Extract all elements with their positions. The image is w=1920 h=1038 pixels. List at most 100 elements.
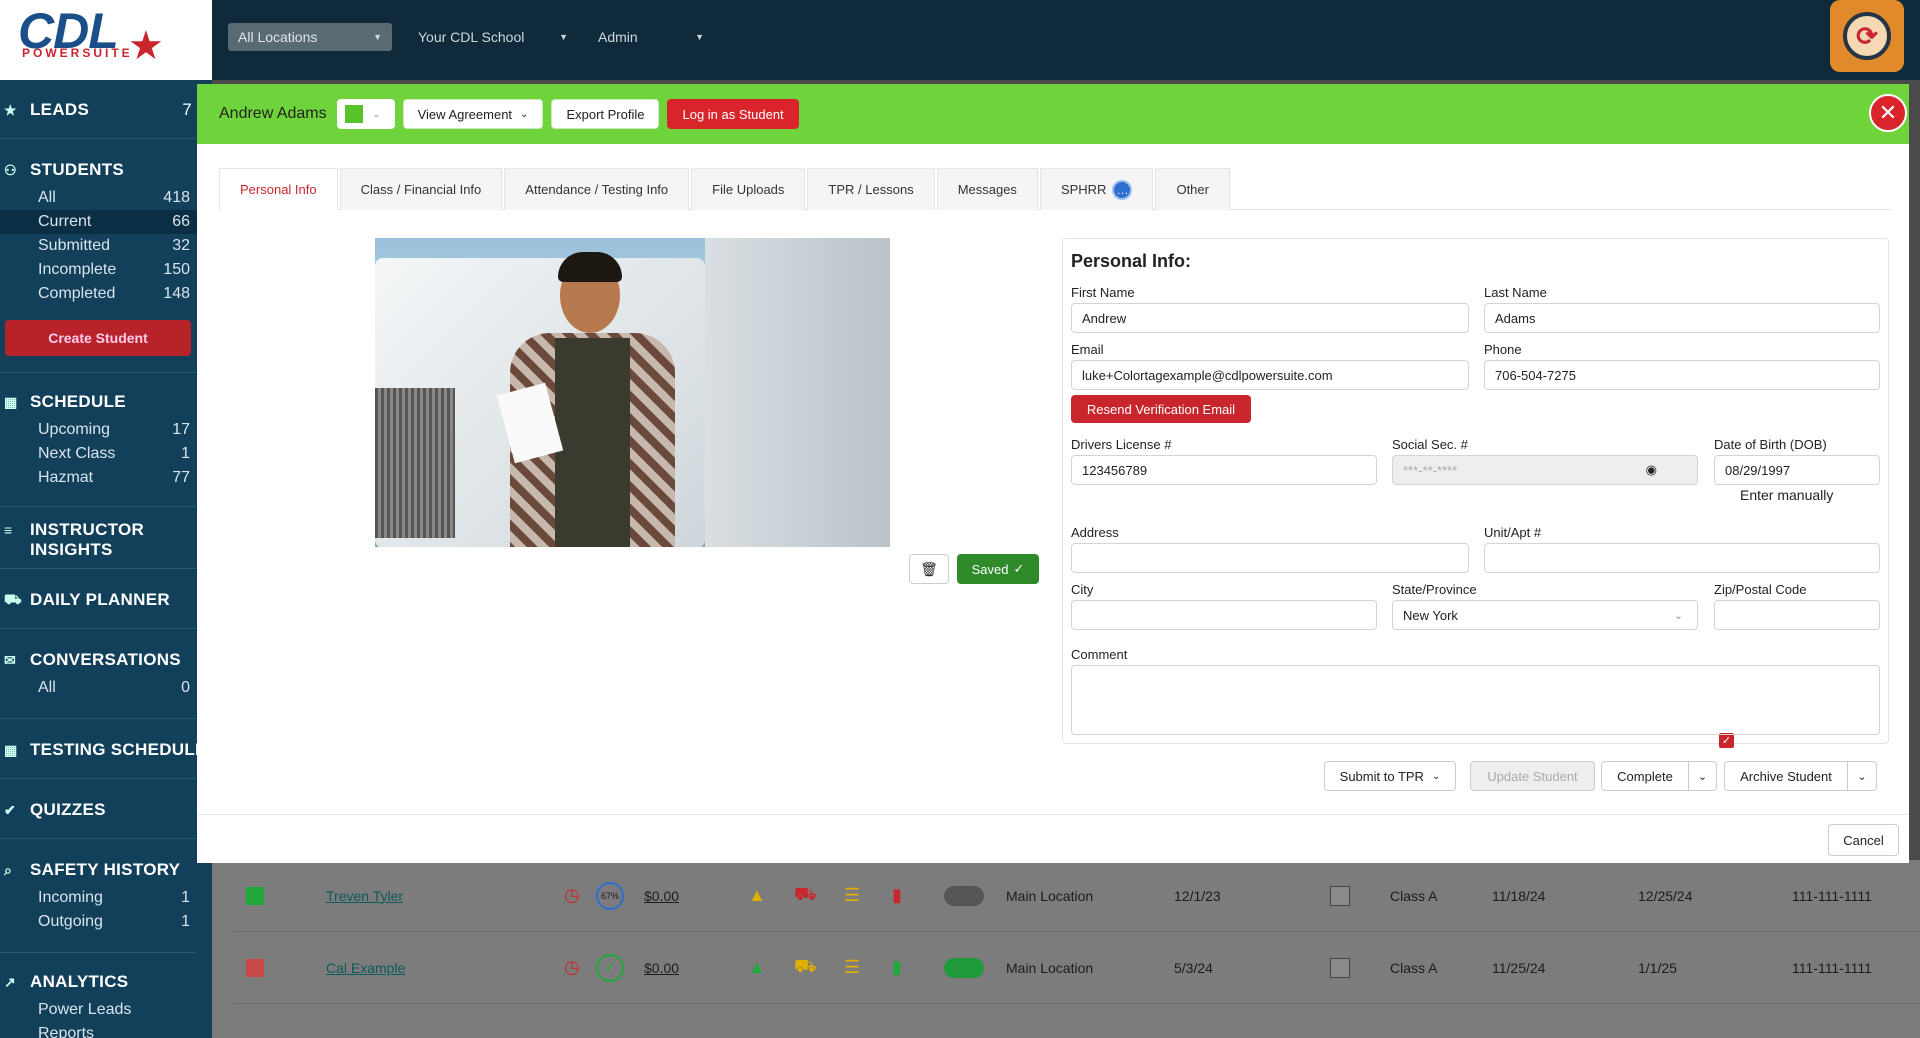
sidebar-students-header[interactable]: ⚇ STUDENTS <box>0 158 212 182</box>
sidebar-item-submitted[interactable]: Submitted 32 <box>0 234 212 258</box>
sidebar-schedule-header[interactable]: ▦ SCHEDULE <box>0 390 212 414</box>
sidebar-item-power-leads[interactable]: Power Leads <box>0 998 212 1022</box>
modal-header: Andrew Adams ⌄ View Agreement ⌄ Export Pr… <box>197 84 1909 144</box>
chevron-down-icon: ⌄ <box>1431 770 1441 782</box>
tab-other[interactable]: Other <box>1155 168 1230 210</box>
sidebar-leads[interactable]: ★ LEADS 7 <box>0 98 212 122</box>
amount[interactable]: $0.00 <box>644 960 679 976</box>
item-label: All <box>38 189 56 206</box>
testing-schedule-label: TESTING SCHEDULE <box>30 740 207 759</box>
ssn-field[interactable]: ***-**-**** ◉ <box>1392 455 1698 485</box>
student-name-link[interactable]: Cal Example <box>326 960 405 976</box>
create-student-button[interactable]: Create Student <box>5 320 191 356</box>
color-tag <box>246 958 264 977</box>
item-label: Upcoming <box>38 421 111 438</box>
class-type: Class A <box>1390 887 1438 904</box>
sidebar-item-incomplete[interactable]: Incomplete 150 <box>0 258 212 282</box>
table-row[interactable]: Treven Tyler ◷ 67% $0.00 ▲ ⛟ ☰ ▮ Main Lo… <box>234 860 1920 932</box>
archive-dropdown-button[interactable]: ⌄ <box>1847 761 1877 791</box>
zip-field[interactable] <box>1714 600 1880 630</box>
chart-icon: ↗ <box>4 973 17 990</box>
export-profile-button[interactable]: Export Profile <box>551 99 660 129</box>
color-tag-select[interactable]: ⌄ <box>336 99 395 129</box>
complete-button[interactable]: Complete <box>1601 761 1689 791</box>
tab-sphrr[interactable]: SPHRR… <box>1039 168 1154 210</box>
clipboard-icon: ▮ <box>892 957 902 977</box>
tab-class-financial[interactable]: Class / Financial Info <box>339 168 503 210</box>
resend-verification-button[interactable]: Resend Verification Email <box>1071 395 1251 423</box>
state-select[interactable]: New York ⌄ <box>1392 600 1698 630</box>
comment-textarea[interactable] <box>1071 665 1880 735</box>
role-select[interactable]: Admin ▼ <box>598 23 704 51</box>
amount[interactable]: $0.00 <box>644 888 679 904</box>
first-name-field[interactable]: Andrew <box>1071 303 1469 333</box>
eye-icon[interactable]: ◉ <box>1646 462 1657 478</box>
unit-field[interactable] <box>1484 543 1880 573</box>
sidebar-instructor-insights[interactable]: ≡ INSTRUCTOR INSIGHTS <box>0 520 212 560</box>
date-2: 11/25/24 <box>1492 959 1546 976</box>
student-name-link[interactable]: Treven Tyler <box>326 888 403 904</box>
sidebar-item-completed[interactable]: Completed 148 <box>0 282 212 306</box>
school-select[interactable]: Your CDL School ▼ <box>418 23 568 51</box>
update-student-button[interactable]: Update Student <box>1470 761 1595 791</box>
sidebar-item-upcoming[interactable]: Upcoming 17 <box>0 418 212 442</box>
sidebar-item-reports[interactable]: Reports <box>0 1022 212 1038</box>
sidebar-quizzes[interactable]: ✔ QUIZZES <box>0 798 212 822</box>
address-label: Address <box>1071 525 1119 540</box>
tab-personal-info[interactable]: Personal Info <box>219 168 338 210</box>
trash-icon[interactable]: 🗑 <box>909 554 949 584</box>
tab-file-uploads[interactable]: File Uploads <box>691 168 806 210</box>
view-agreement-button[interactable]: View Agreement ⌄ <box>402 99 544 129</box>
zip-label: Zip/Postal Code <box>1714 582 1807 597</box>
toggle-switch[interactable] <box>944 957 984 978</box>
timer-app-icon[interactable]: ⟳ <box>1830 0 1904 72</box>
chevron-down-icon: ⌄ <box>520 108 529 120</box>
email-field[interactable]: luke+Colortagexample@cdlpowersuite.com <box>1071 360 1469 390</box>
truck-icon: ⛟ <box>4 590 22 607</box>
sidebar-item-conversations-all[interactable]: All 0 <box>0 676 212 700</box>
row-checkbox[interactable] <box>1330 885 1350 906</box>
sidebar-daily-planner[interactable]: ⛟ DAILY PLANNER <box>0 588 212 612</box>
clock-icon: ◷ <box>564 885 580 905</box>
dob-field[interactable]: 08/29/1997 <box>1714 455 1880 485</box>
row-checkbox[interactable] <box>1330 957 1350 978</box>
cdl-logo[interactable]: CDL ★ POWERSUITE <box>0 0 212 80</box>
archive-student-button[interactable]: Archive Student <box>1724 761 1848 791</box>
phone-label: Phone <box>1484 342 1522 357</box>
item-count: 1 <box>181 913 190 930</box>
complete-dropdown-button[interactable]: ⌄ <box>1688 761 1717 791</box>
license-field[interactable]: 123456789 <box>1071 455 1377 485</box>
sidebar-item-current[interactable]: Current 66 <box>0 210 212 234</box>
cancel-button[interactable]: Cancel <box>1828 824 1899 856</box>
users-icon: ⚇ <box>4 161 17 178</box>
sidebar-item-next-class[interactable]: Next Class 1 <box>0 442 212 466</box>
search-icon: ⌕ <box>4 861 13 878</box>
sidebar-analytics-header[interactable]: ↗ ANALYTICS <box>0 970 212 994</box>
sidebar-item-incoming[interactable]: Incoming 1 <box>0 886 212 910</box>
phone-field[interactable]: 706-504-7275 <box>1484 360 1880 390</box>
sidebar-safety-header[interactable]: ⌕ SAFETY HISTORY <box>0 858 212 882</box>
city-field[interactable] <box>1071 600 1377 630</box>
last-name-field[interactable]: Adams <box>1484 303 1880 333</box>
address-field[interactable] <box>1071 543 1469 573</box>
chevron-down-icon: ⌄ <box>372 108 381 119</box>
log-in-as-student-button[interactable]: Log in as Student <box>667 99 799 129</box>
toggle-switch[interactable] <box>944 885 984 906</box>
students-table: Treven Tyler ◷ 67% $0.00 ▲ ⛟ ☰ ▮ Main Lo… <box>212 860 1920 1038</box>
close-icon[interactable]: ✕ <box>1869 94 1907 132</box>
sidebar-item-hazmat[interactable]: Hazmat 77 <box>0 466 212 490</box>
saved-button[interactable]: Saved ✓ <box>957 554 1039 584</box>
sidebar-item-outgoing[interactable]: Outgoing 1 <box>0 910 212 934</box>
tab-tpr-lessons[interactable]: TPR / Lessons <box>807 168 935 210</box>
enter-manually-checkbox[interactable]: ✓ <box>1719 733 1734 748</box>
tab-attendance-testing[interactable]: Attendance / Testing Info <box>504 168 690 210</box>
sidebar-conversations-header[interactable]: ✉ CONVERSATIONS <box>0 648 212 672</box>
sidebar-item-all-students[interactable]: All 418 <box>0 186 212 210</box>
location-select[interactable]: All Locations ▼ <box>228 23 392 51</box>
tab-messages[interactable]: Messages <box>936 168 1038 210</box>
sidebar-testing-schedule[interactable]: ▦ TESTING SCHEDULE <box>0 738 212 762</box>
phone: 111-111-1111 <box>1792 887 1872 904</box>
trailer <box>705 238 890 547</box>
submit-to-tpr-button[interactable]: Submit to TPR ⌄ <box>1324 761 1456 791</box>
table-row[interactable]: Cal Example ◷ ✓ $0.00 ▲ ⛟ ☰ ▮ Main Locat… <box>234 932 1920 1004</box>
